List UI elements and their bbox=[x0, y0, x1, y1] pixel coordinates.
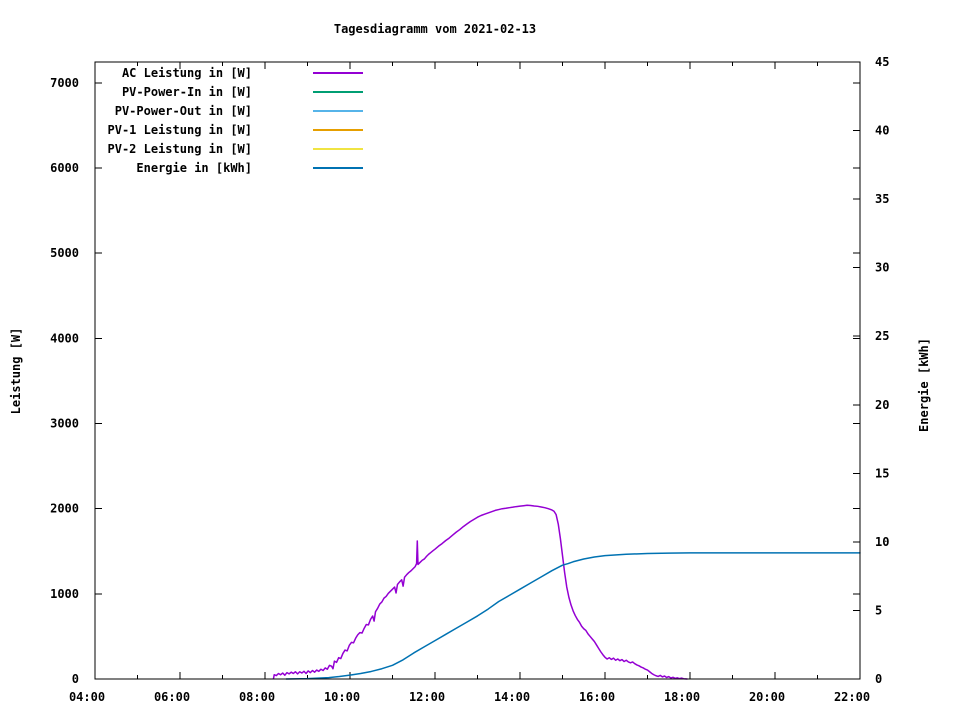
y-right-tick-label: 15 bbox=[875, 466, 889, 480]
y-right-tick-label: 25 bbox=[875, 329, 889, 343]
y-right-tick-label: 10 bbox=[875, 535, 889, 549]
x-tick-label: 10:00 bbox=[324, 690, 360, 704]
chart-canvas: Tagesdiagramm vom 2021-02-13 Leistung [W… bbox=[9, 22, 931, 704]
x-tick-label: 08:00 bbox=[239, 690, 275, 704]
x-tick-label: 14:00 bbox=[494, 690, 530, 704]
chart-title: Tagesdiagramm vom 2021-02-13 bbox=[334, 22, 536, 36]
y-left-axis-title: Leistung [W] bbox=[9, 328, 23, 415]
y-left-tick-label: 4000 bbox=[50, 331, 79, 345]
y-left-tick-label: 1000 bbox=[50, 587, 79, 601]
y-left-tick-label: 7000 bbox=[50, 76, 79, 90]
chart-page: Tagesdiagramm vom 2021-02-13 Leistung [W… bbox=[0, 0, 960, 720]
y-right-tick-label: 35 bbox=[875, 192, 889, 206]
legend-label-pv2-leistung: PV-2 Leistung in [W] bbox=[108, 142, 253, 156]
legend-label-pv-power-out: PV-Power-Out in [W] bbox=[115, 104, 252, 118]
y-left-tick-label: 5000 bbox=[50, 246, 79, 260]
x-tick-label: 20:00 bbox=[749, 690, 785, 704]
y-right-tick-label: 20 bbox=[875, 398, 889, 412]
legend-label-ac-leistung: AC Leistung in [W] bbox=[122, 66, 252, 80]
legend-label-pv-power-in: PV-Power-In in [W] bbox=[122, 85, 252, 99]
x-tick-label: 12:00 bbox=[409, 690, 445, 704]
y-left-tick-label: 6000 bbox=[50, 161, 79, 175]
series-curve-ac-leistung-in-w bbox=[272, 504, 688, 680]
y-right-tick-label: 30 bbox=[875, 261, 889, 275]
x-tick-label: 06:00 bbox=[154, 690, 190, 704]
y-right-axis-title: Energie [kWh] bbox=[917, 338, 931, 432]
y-left-tick-label: 2000 bbox=[50, 502, 79, 516]
y-right-tick-label: 0 bbox=[875, 672, 882, 686]
x-tick-label: 04:00 bbox=[69, 690, 105, 704]
curves-layer bbox=[272, 504, 861, 680]
y-right-tick-label: 5 bbox=[875, 603, 882, 617]
x-tick-label: 22:00 bbox=[834, 690, 870, 704]
y-right-tick-label: 40 bbox=[875, 124, 889, 138]
legend-label-pv1-leistung: PV-1 Leistung in [W] bbox=[108, 123, 253, 137]
legend: AC Leistung in [W] PV-Power-In in [W] PV… bbox=[108, 66, 363, 175]
x-tick-label: 16:00 bbox=[579, 690, 615, 704]
x-tick-label: 18:00 bbox=[664, 690, 700, 704]
y-right-tick-label: 45 bbox=[875, 55, 889, 69]
legend-label-energie: Energie in [kWh] bbox=[136, 161, 252, 175]
y-left-tick-label: 0 bbox=[72, 672, 79, 686]
y-left-tick-label: 3000 bbox=[50, 417, 79, 431]
